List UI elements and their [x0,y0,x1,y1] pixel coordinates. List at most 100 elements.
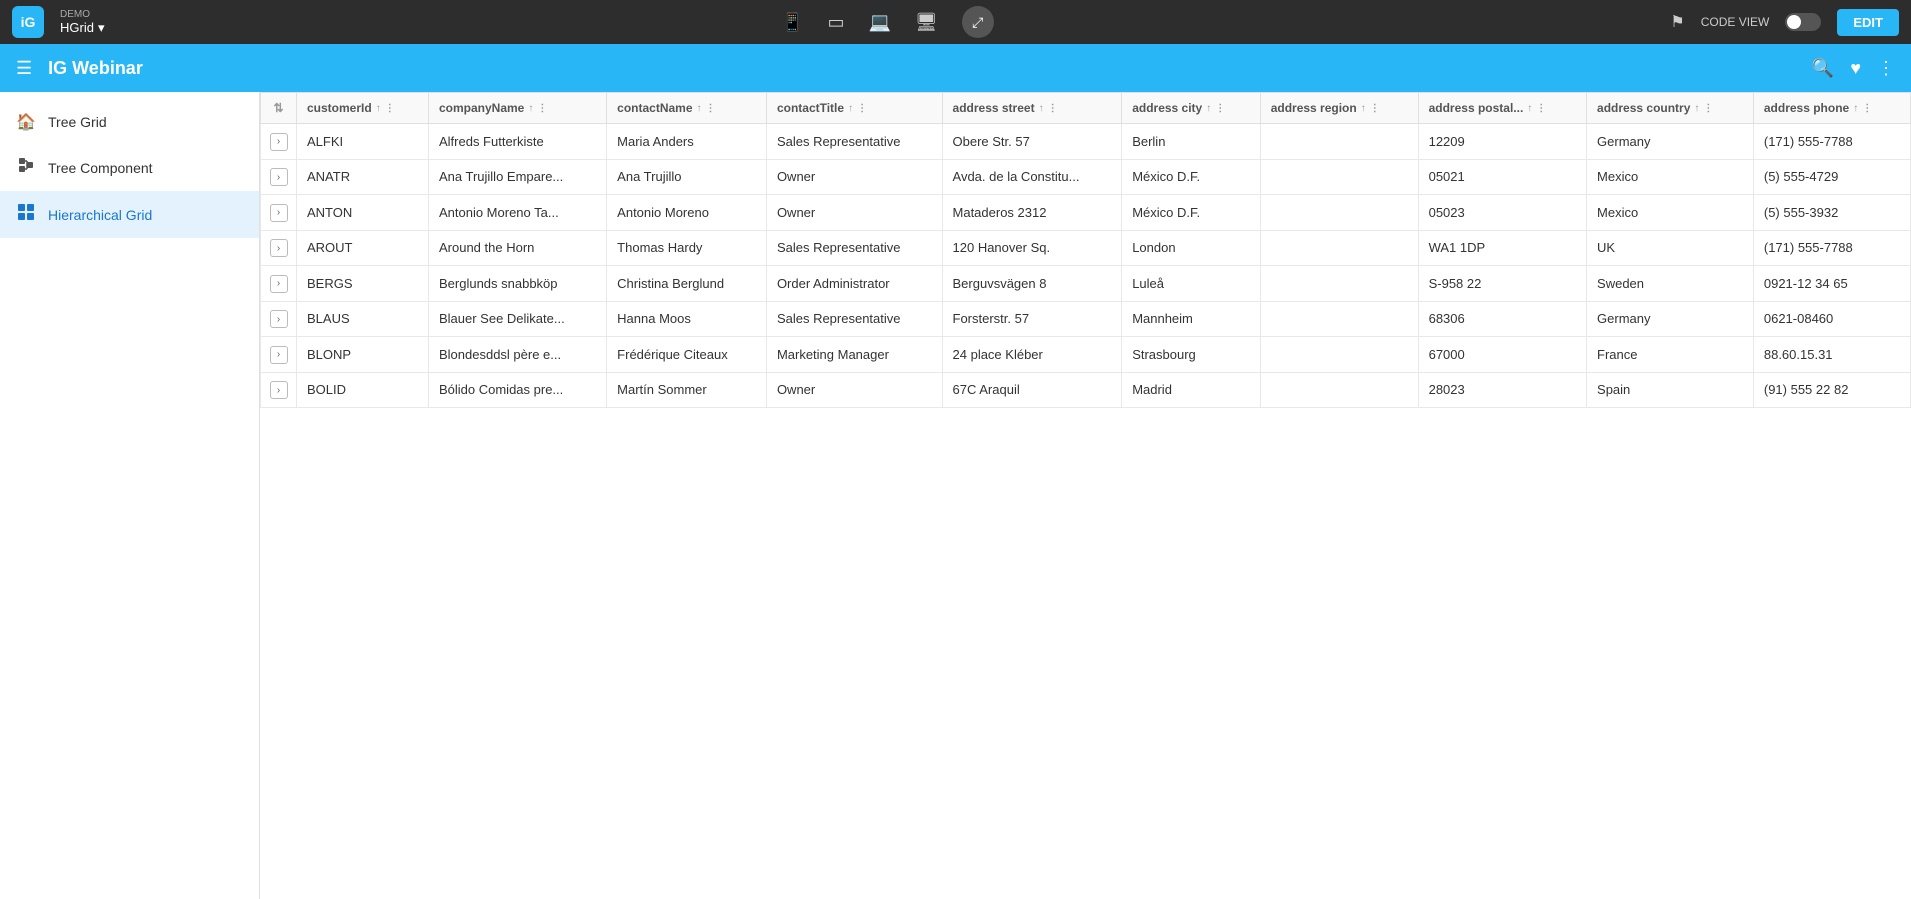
row-expand-cell[interactable]: › [261,124,297,160]
expand-row-button[interactable]: › [270,275,288,293]
cell-addressCountry: Mexico [1587,159,1754,195]
dropdown-chevron[interactable]: ▾ [98,20,105,36]
menu-icon-customer-id[interactable]: ⋮ [385,103,395,114]
menu-icon-address-city[interactable]: ⋮ [1215,103,1225,114]
sort-icon-address-country: ↑ [1694,103,1699,114]
search-icon[interactable]: 🔍 [1812,58,1834,79]
heart-icon[interactable]: ♥ [1850,58,1861,79]
table-row: ›ALFKIAlfreds FutterkisteMaria AndersSal… [261,124,1911,160]
flag-icon[interactable]: ⚑ [1670,12,1684,32]
col-header-company-name[interactable]: companyName ↑ ⋮ [428,93,606,124]
laptop-view-icon[interactable]: 💻 [869,12,891,33]
cell-customerId: ALFKI [297,124,429,160]
cell-addressStreet: Avda. de la Constitu... [942,159,1122,195]
code-view-toggle[interactable] [1785,13,1821,31]
cell-customerId: AROUT [297,230,429,266]
expand-row-button[interactable]: › [270,168,288,186]
sidebar-item-tree-component[interactable]: Tree Component [0,144,259,191]
cell-contactName: Hanna Moos [607,301,767,337]
expand-row-button[interactable]: › [270,310,288,328]
grid-container[interactable]: ⇅ customerId ↑ ⋮ companyName [260,92,1911,899]
col-header-address-phone[interactable]: address phone ↑ ⋮ [1753,93,1910,124]
cell-companyName: Around the Horn [428,230,606,266]
demo-label-group: DEMO HGrid ▾ [60,9,104,36]
edit-button[interactable]: EDIT [1837,9,1899,36]
sort-icon-company-name: ↑ [528,103,533,114]
cell-contactTitle: Order Administrator [766,266,942,302]
row-expand-cell[interactable]: › [261,372,297,408]
cell-addressStreet: 67C Araquil [942,372,1122,408]
cell-addressPhone: 0621-08460 [1753,301,1910,337]
expand-row-button[interactable]: › [270,346,288,364]
col-header-contact-name[interactable]: contactName ↑ ⋮ [607,93,767,124]
cell-companyName: Ana Trujillo Empare... [428,159,606,195]
cell-addressCountry: Germany [1587,124,1754,160]
sidebar-item-tree-grid[interactable]: 🏠 Tree Grid [0,100,259,144]
row-expand-cell[interactable]: › [261,337,297,373]
fullscreen-button[interactable]: ⤢ [962,6,994,38]
cell-companyName: Blondesddsl père e... [428,337,606,373]
col-header-address-street[interactable]: address street ↑ ⋮ [942,93,1122,124]
cell-contactTitle: Sales Representative [766,230,942,266]
row-expand-cell[interactable]: › [261,159,297,195]
cell-customerId: ANTON [297,195,429,231]
cell-contactTitle: Sales Representative [766,301,942,337]
row-expand-cell[interactable]: › [261,195,297,231]
sidebar-item-tree-grid-label: Tree Grid [48,114,107,130]
menu-icon-contact-name[interactable]: ⋮ [706,103,716,114]
expand-row-button[interactable]: › [270,381,288,399]
menu-icon-contact-title[interactable]: ⋮ [857,103,867,114]
cell-contactName: Ana Trujillo [607,159,767,195]
table-row: › BLONPBlondesddsl père e...Frédérique Ci… [261,337,1911,373]
row-expand-cell[interactable]: › [261,301,297,337]
tablet-view-icon[interactable]: ▭ [827,12,844,33]
table-row: ›BERGSBerglunds snabbköpChristina Berglu… [261,266,1911,302]
demo-label: DEMO [60,9,104,20]
menu-icon-company-name[interactable]: ⋮ [537,103,547,114]
desktop-view-icon[interactable]: 🖥 [915,12,938,33]
mobile-view-icon[interactable]: 📱 [781,12,803,33]
cell-customerId: BLONP [297,337,429,373]
table-row: ›BOLIDBólido Comidas pre...Martín Sommer… [261,372,1911,408]
menu-icon-address-phone[interactable]: ⋮ [1862,103,1872,114]
app-name: HGrid ▾ [60,20,104,36]
col-header-address-country[interactable]: address country ↑ ⋮ [1587,93,1754,124]
cell-addressCity: London [1122,230,1261,266]
row-expand-cell[interactable]: › [261,230,297,266]
expand-all-icon[interactable]: ⇅ [273,101,283,115]
cell-addressRegion [1260,372,1418,408]
expand-row-button[interactable]: › [270,133,288,151]
cell-addressCity: Madrid [1122,372,1261,408]
cell-addressStreet: Forsterstr. 57 [942,301,1122,337]
more-options-icon[interactable]: ⋮ [1877,58,1895,79]
cell-contactName: Frédérique Citeaux [607,337,767,373]
cell-contactTitle: Owner [766,159,942,195]
cell-contactName: Maria Anders [607,124,767,160]
table-row: ›ANTONAntonio Moreno Ta...Antonio Moreno… [261,195,1911,231]
row-expand-cell[interactable]: › [261,266,297,302]
col-header-contact-title[interactable]: contactTitle ↑ ⋮ [766,93,942,124]
sort-icon-address-phone: ↑ [1853,103,1858,114]
col-header-customer-id[interactable]: customerId ↑ ⋮ [297,93,429,124]
col-header-address-region[interactable]: address region ↑ ⋮ [1260,93,1418,124]
menu-icon-address-postal[interactable]: ⋮ [1536,103,1546,114]
menu-icon-address-country[interactable]: ⋮ [1703,103,1713,114]
cell-addressCity: Mannheim [1122,301,1261,337]
menu-icon-address-street[interactable]: ⋮ [1048,103,1058,114]
cell-companyName: Blauer See Delikate... [428,301,606,337]
expand-row-button[interactable]: › [270,204,288,222]
cell-addressPostal: 67000 [1418,337,1586,373]
cell-customerId: BERGS [297,266,429,302]
hamburger-menu-icon[interactable]: ☰ [16,58,32,79]
sidebar: 🏠 Tree Grid Tree Component [0,92,260,899]
hierarchical-grid-icon [16,203,36,226]
col-header-address-city[interactable]: address city ↑ ⋮ [1122,93,1261,124]
menu-icon-address-region[interactable]: ⋮ [1370,103,1380,114]
sidebar-item-hierarchical-grid[interactable]: Hierarchical Grid [0,191,259,238]
cell-customerId: ANATR [297,159,429,195]
cell-addressPhone: (5) 555-3932 [1753,195,1910,231]
cell-addressCountry: Sweden [1587,266,1754,302]
col-header-address-postal[interactable]: address postal... ↑ ⋮ [1418,93,1586,124]
expand-row-button[interactable]: › [270,239,288,257]
sort-icon-address-postal: ↑ [1527,103,1532,114]
